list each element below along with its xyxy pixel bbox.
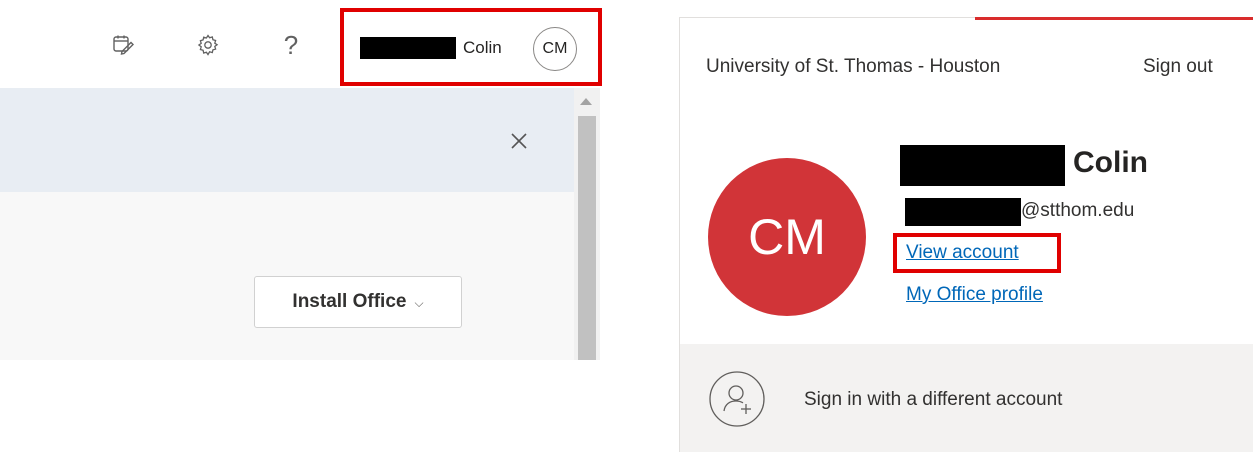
redacted-email-user	[905, 198, 1021, 226]
outlook-header-panel: ? Colin CM Install Office ⌵	[0, 0, 602, 360]
close-icon[interactable]	[506, 128, 532, 154]
notification-banner	[0, 88, 574, 192]
view-account-link[interactable]: View account	[906, 242, 1019, 264]
add-person-icon[interactable]	[709, 371, 765, 427]
scrollbar-thumb[interactable]	[578, 116, 596, 360]
account-display-name[interactable]: Colin	[463, 38, 502, 58]
chevron-down-icon: ⌵	[414, 295, 424, 310]
calendar-check-icon[interactable]	[108, 30, 138, 60]
scroll-up-arrow-icon[interactable]	[580, 98, 592, 105]
sign-in-different-account-label[interactable]: Sign in with a different account	[804, 389, 1062, 411]
help-icon[interactable]: ?	[276, 30, 306, 60]
install-office-button[interactable]: Install Office ⌵	[254, 276, 462, 328]
sign-out-link[interactable]: Sign out	[1143, 56, 1213, 78]
profile-avatar: CM	[708, 158, 866, 316]
organization-name: University of St. Thomas - Houston	[706, 56, 1001, 77]
install-office-label: Install Office	[292, 291, 407, 312]
avatar-initials: CM	[542, 40, 568, 57]
profile-initials: CM	[748, 209, 826, 265]
my-office-profile-link[interactable]: My Office profile	[906, 284, 1043, 306]
account-avatar-button[interactable]: CM	[533, 27, 577, 71]
card-accent-bar	[975, 17, 1253, 20]
help-glyph: ?	[283, 29, 299, 60]
profile-name: Colin	[1073, 146, 1148, 179]
redacted-name	[360, 37, 456, 59]
gear-icon[interactable]	[193, 30, 223, 60]
vertical-scrollbar[interactable]	[574, 88, 600, 360]
profile-email-domain: @stthom.edu	[1021, 200, 1135, 221]
redacted-first-name	[900, 145, 1065, 186]
